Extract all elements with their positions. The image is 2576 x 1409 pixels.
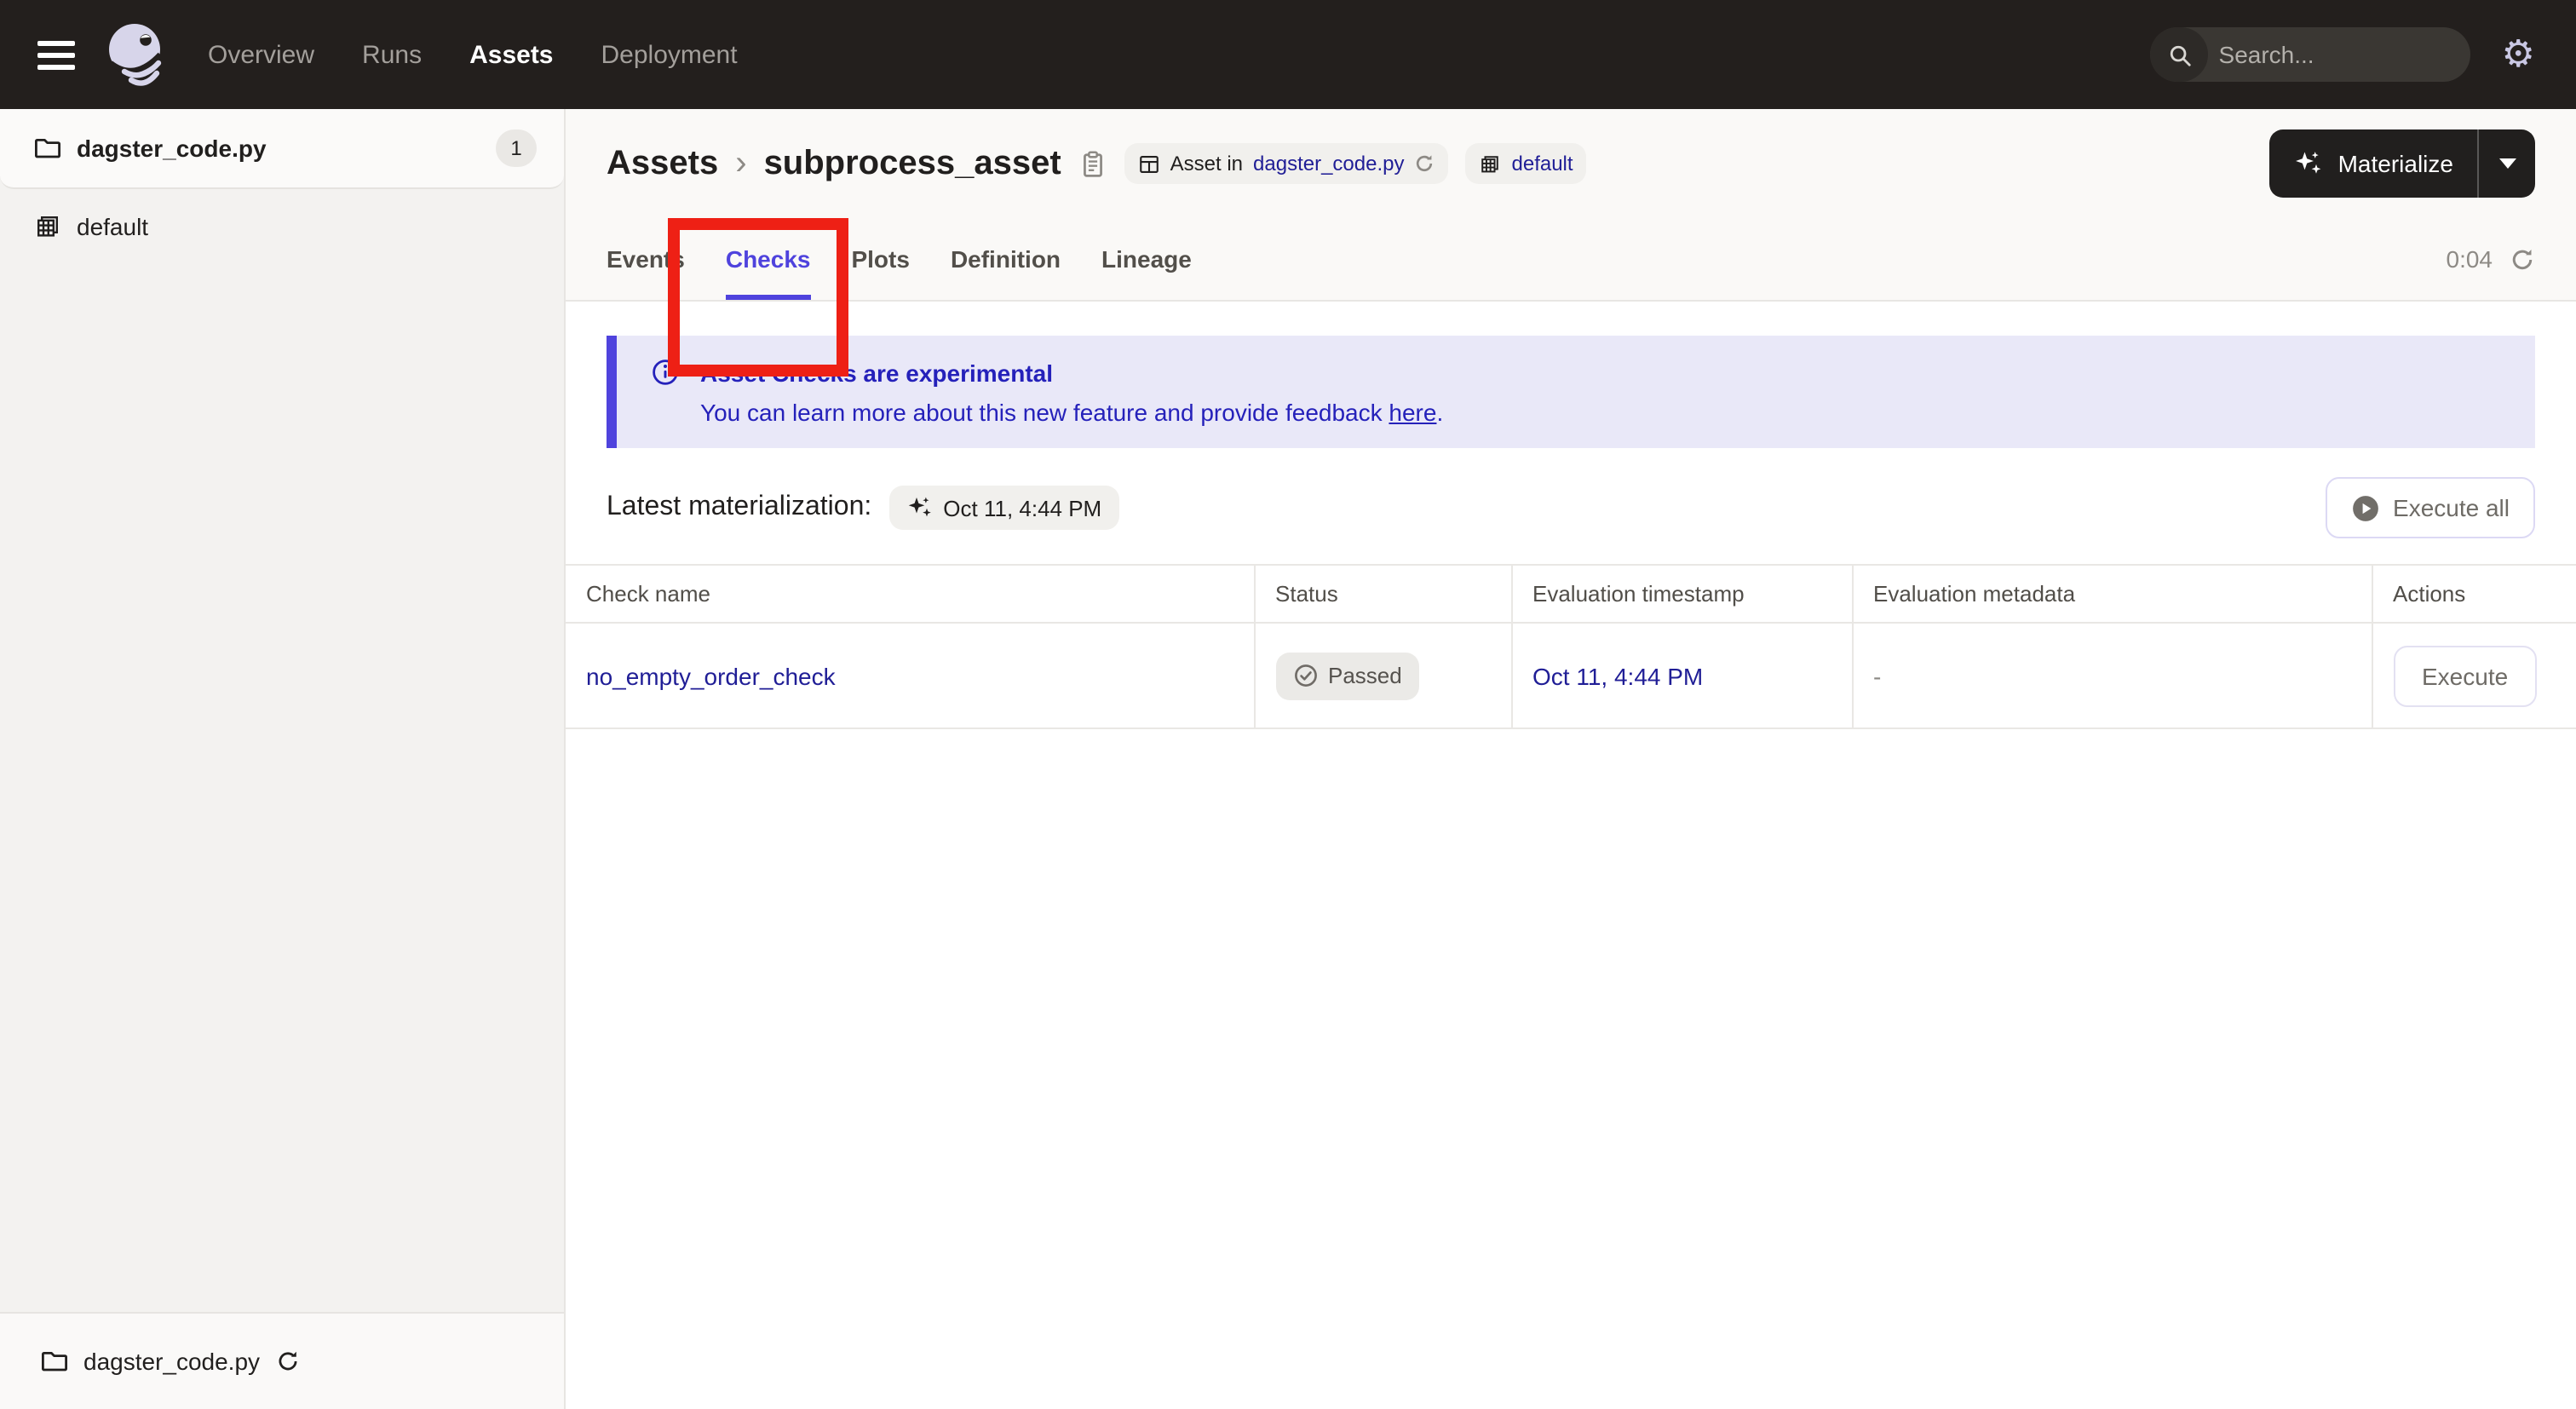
latest-materialization-value: Oct 11, 4:44 PM [943,495,1102,520]
hamburger-menu-icon[interactable] [37,40,75,69]
main-panel: Assets › subprocess_asset Asset in dagst… [566,109,2576,1409]
gear-icon[interactable]: ⚙ [2502,35,2535,73]
banner-body-suffix: . [1436,399,1444,426]
execute-all-button[interactable]: Execute all [2325,477,2535,538]
col-evaluation-metadata: Evaluation metadata [1851,565,2372,624]
banner-body-text: You can learn more about this new featur… [700,399,1389,426]
chevron-down-icon [2498,158,2516,169]
experimental-banner: Asset Checks are experimental You can le… [607,336,2535,448]
breadcrumb-separator: › [735,144,747,181]
feedback-link[interactable]: here [1389,399,1436,426]
check-circle-icon [1294,664,1316,687]
col-evaluation-timestamp: Evaluation timestamp [1510,565,1852,624]
search-input[interactable] [2208,41,2471,68]
group-tag-link[interactable]: default [1512,152,1573,175]
code-location-label: dagster_code.py [83,1348,261,1375]
refresh-icon[interactable] [2510,246,2535,272]
asset-page-header: Assets › subprocess_asset Asset in dagst… [566,109,2576,302]
nav-deployment[interactable]: Deployment [601,40,738,69]
sidebar-item-label: dagster_code.py [77,135,267,162]
checks-content: Asset Checks are experimental You can le… [566,302,2576,1409]
latest-materialization-tag[interactable]: Oct 11, 4:44 PM [888,486,1119,530]
primary-nav: Overview Runs Assets Deployment [208,40,738,69]
nav-overview[interactable]: Overview [208,40,314,69]
folder-icon [42,1352,67,1372]
tab-definition[interactable]: Definition [951,218,1061,300]
checks-table: Check name Status Evaluation timestamp E… [566,564,2576,729]
tab-events[interactable]: Events [607,218,685,300]
materialize-label: Materialize [2337,150,2453,177]
timer-value: 0:04 [2446,245,2493,273]
materialize-button-group: Materialize [2269,129,2535,198]
status-badge: Passed [1275,652,1419,699]
table-header-row: Check name Status Evaluation timestamp E… [566,565,2576,624]
refresh-timer: 0:04 [2447,218,2536,300]
materialize-dropdown-button[interactable] [2477,129,2535,198]
evaluation-metadata-value: - [1851,623,2372,729]
asset-tag-prefix: Asset in [1170,152,1244,175]
banner-body: You can learn more about this new featur… [700,399,2501,426]
repo-grid-icon [1481,155,1499,172]
breadcrumb-assets-link[interactable]: Assets [607,144,718,183]
page-title: subprocess_asset [763,144,1061,181]
evaluation-timestamp-link[interactable]: Oct 11, 4:44 PM [1532,662,1703,689]
latest-materialization-row: Latest materialization: Oct 11, 4:44 PM … [566,448,2576,564]
breadcrumb: Assets › subprocess_asset Asset in dagst… [566,109,2576,218]
col-actions: Actions [2371,565,2576,624]
asset-grid-icon [1139,155,1159,172]
copy-clipboard-icon[interactable] [1078,149,1107,178]
execute-button[interactable]: Execute [2393,645,2538,706]
dagster-logo-icon[interactable] [102,20,170,89]
sidebar-item-default-group[interactable]: default [0,189,564,264]
sidebar-item-dagster-code[interactable]: dagster_code.py 1 [0,109,564,189]
materialize-button[interactable]: Materialize [2269,129,2477,198]
asset-tabs: Events Checks Plots Definition Lineage 0… [566,218,2576,300]
refresh-icon[interactable] [1415,153,1435,174]
col-check-name: Check name [566,565,1254,624]
asset-group-tag: default [1465,143,1587,184]
asset-definition-tag: Asset in dagster_code.py [1124,143,1449,184]
sidebar-code-location[interactable]: dagster_code.py [0,1312,564,1409]
sparkle-icon [908,497,931,517]
search-icon [2150,27,2209,82]
status-label: Passed [1328,663,1402,688]
repo-grid-icon [37,216,58,237]
asset-count-badge: 1 [496,129,537,167]
execute-all-label: Execute all [2393,494,2510,521]
play-circle-icon [2352,495,2378,520]
asset-tag-code-link[interactable]: dagster_code.py [1253,152,1404,175]
sparkle-icon [2296,152,2321,174]
app-root: Overview Runs Assets Deployment / ⚙ dags… [0,0,2576,1409]
banner-title: Asset Checks are experimental [700,359,1053,386]
col-status: Status [1253,565,1511,624]
table-row: no_empty_order_check Passed Oct 11, 4:44… [566,623,2576,729]
latest-materialization-label: Latest materialization: [607,492,872,521]
refresh-icon[interactable] [275,1349,299,1373]
asset-sidebar: dagster_code.py 1 default dagster_code.p… [0,109,566,1409]
topnav-right: / ⚙ [2150,27,2535,82]
sidebar-item-label: default [77,213,149,240]
info-icon [653,359,678,385]
nav-runs[interactable]: Runs [362,40,422,69]
search-box[interactable]: / [2150,27,2471,82]
tab-checks[interactable]: Checks [725,218,810,300]
tab-lineage[interactable]: Lineage [1101,218,1192,300]
tab-plots[interactable]: Plots [851,218,909,300]
check-name-link[interactable]: no_empty_order_check [586,662,836,689]
folder-icon [35,139,60,158]
top-nav: Overview Runs Assets Deployment / ⚙ [0,0,2576,109]
nav-assets[interactable]: Assets [469,40,553,69]
